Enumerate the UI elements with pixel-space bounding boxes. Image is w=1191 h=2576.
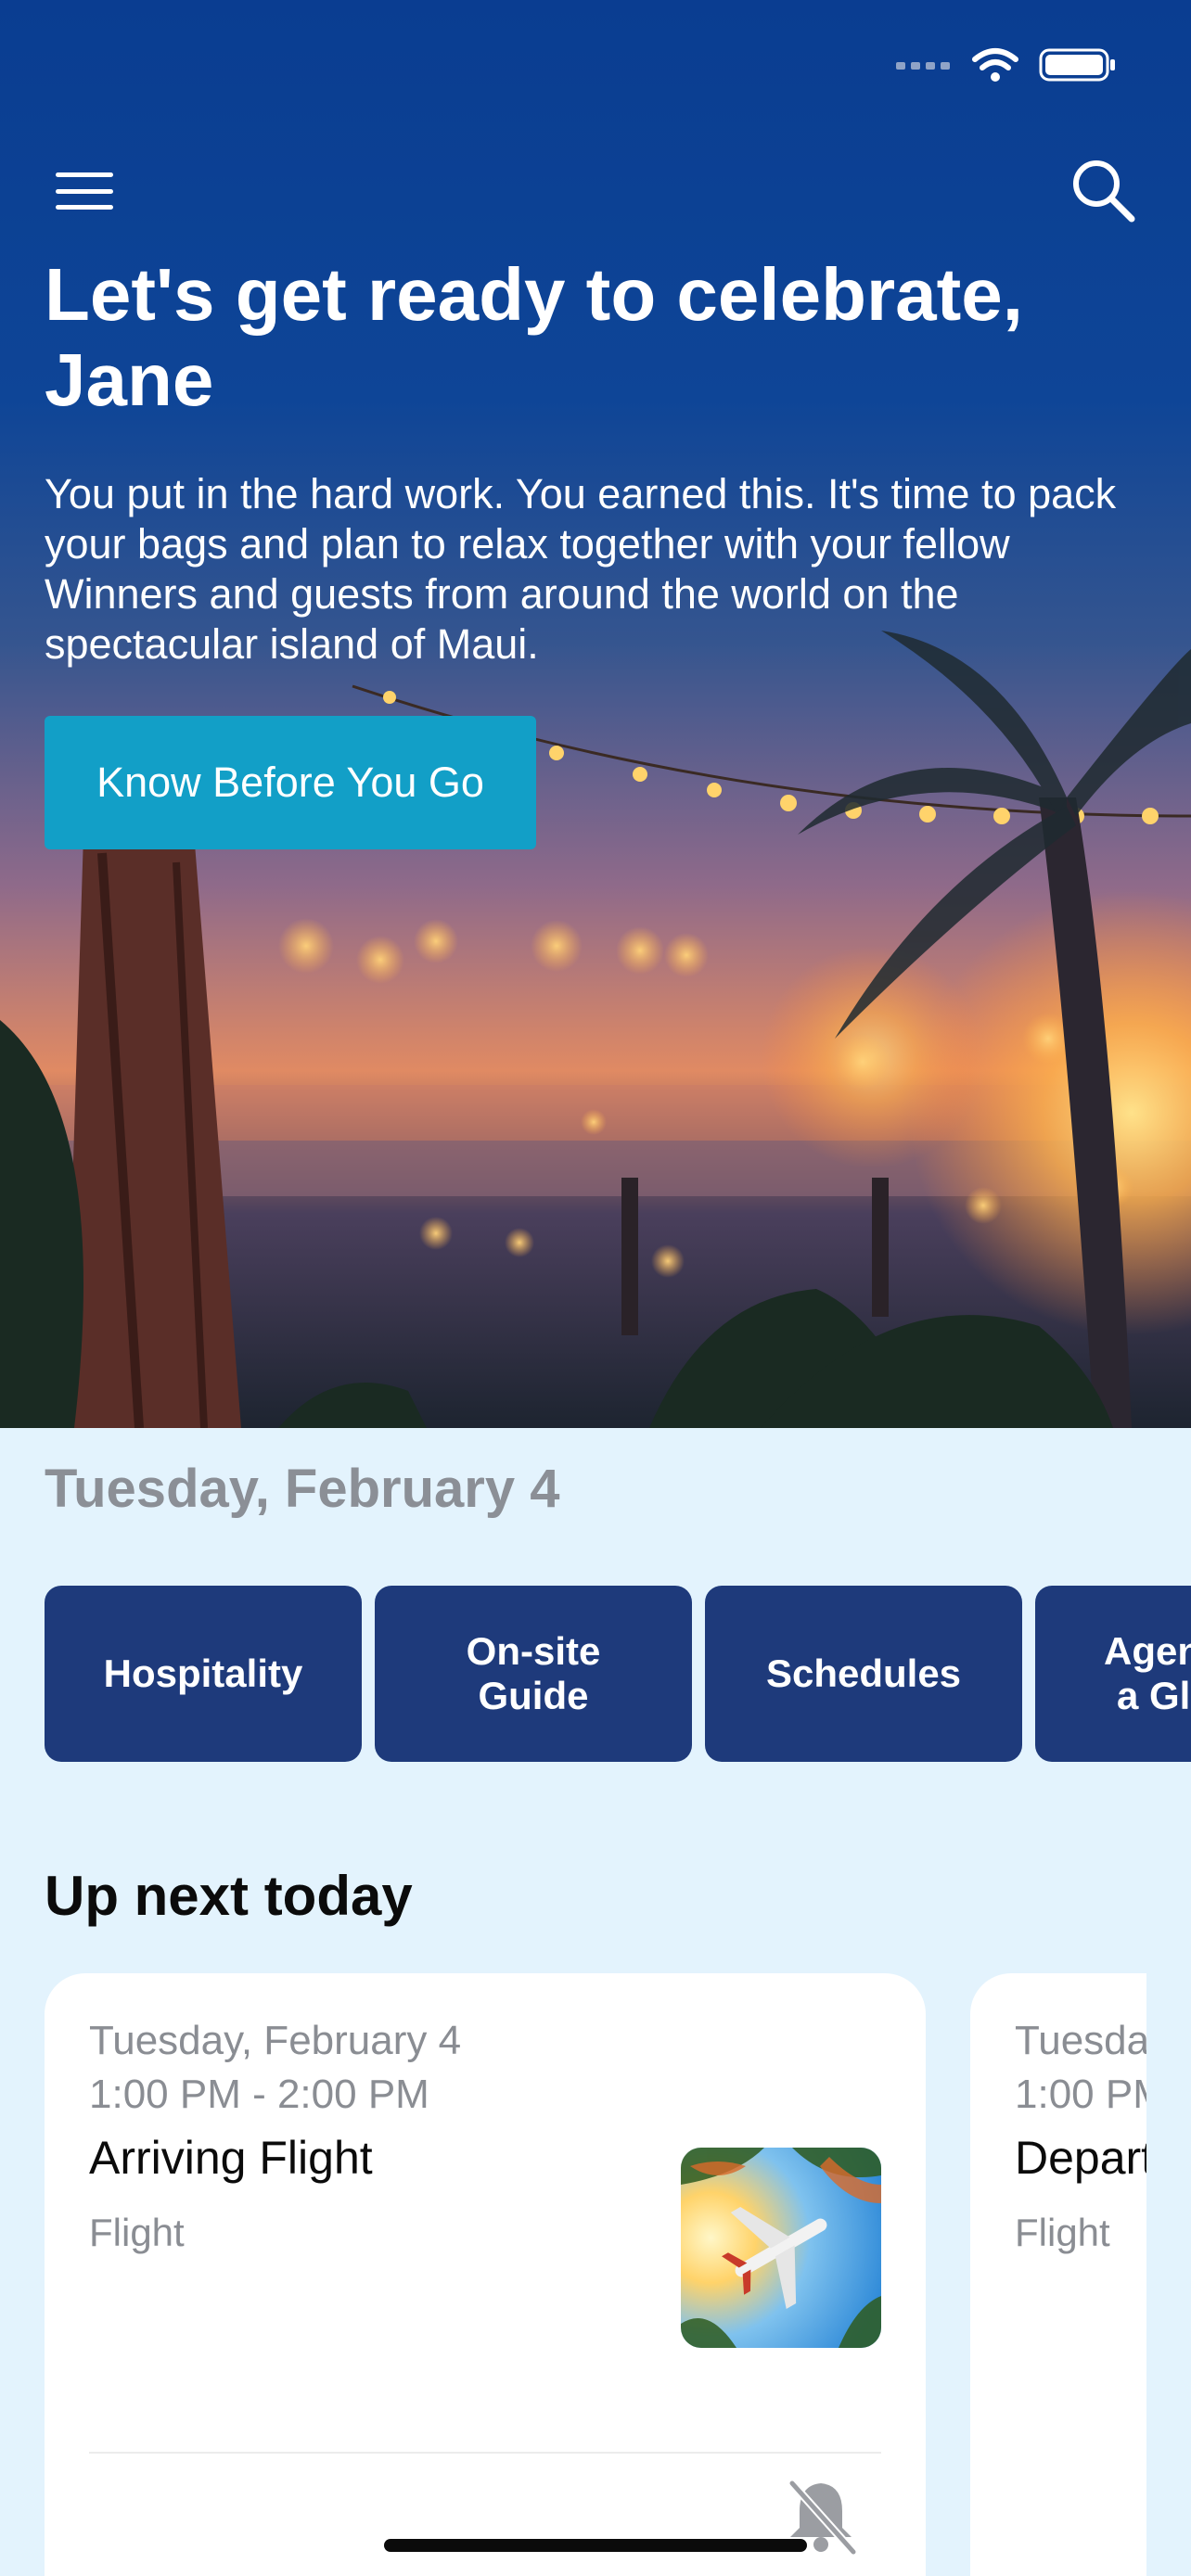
tile-label: Schedules (765, 1651, 962, 1695)
tile-label: On-site Guide (466, 1629, 601, 1717)
event-card[interactable]: Tuesday, February 4 1:00 PM - 2:00 PM Ar… (45, 1973, 926, 2576)
event-date: Tuesday, February 4 (89, 2018, 462, 2063)
event-title: Arriving Flight (89, 2132, 373, 2184)
home-indicator[interactable] (384, 2539, 807, 2552)
hamburger-menu-icon[interactable] (52, 163, 117, 219)
tile-onsite-guide[interactable]: On-site Guide (375, 1586, 692, 1762)
search-icon[interactable] (1067, 154, 1141, 228)
tile-hospitality[interactable]: Hospitality (45, 1586, 362, 1762)
date-heading: Tuesday, February 4 (45, 1459, 560, 1519)
hero-background-image (0, 0, 1191, 1428)
up-next-carousel: Tuesday, February 4 1:00 PM - 2:00 PM Ar… (45, 1973, 1146, 2576)
airplane-photo (681, 2148, 881, 2348)
event-date: Tuesday, February 4 (1015, 2018, 1146, 2063)
card-divider (89, 2452, 881, 2454)
category-tiles: Hospitality On-site Guide Schedules Agen… (45, 1586, 1191, 1762)
event-time: 1:00 PM - 2:00 PM (89, 2072, 429, 2117)
tile-agenda-at-a-glance[interactable]: Agenda at a Glance (1035, 1586, 1191, 1762)
event-type: Flight (1015, 2211, 1110, 2254)
hero-body-text: You put in the hard work. You earned thi… (45, 470, 1117, 668)
event-title: Departing Flight (1015, 2132, 1146, 2184)
battery-icon (1039, 48, 1115, 82)
event-time: 1:00 PM - 2:00 PM (1015, 2072, 1146, 2117)
wifi-icon (972, 48, 1018, 82)
hero-title: Let's get ready to celebrate, Jane (45, 253, 1023, 421)
know-before-you-go-button[interactable]: Know Before You Go (45, 716, 536, 849)
tile-label: Agenda at a Glance (1104, 1629, 1191, 1717)
hero-banner: Let's get ready to celebrate, Jane You p… (0, 0, 1191, 1428)
tile-schedules[interactable]: Schedules (705, 1586, 1022, 1762)
up-next-heading: Up next today (45, 1865, 413, 1927)
tile-label: Hospitality (103, 1651, 303, 1695)
event-type: Flight (89, 2211, 185, 2254)
event-card[interactable]: Tuesday, February 4 1:00 PM - 2:00 PM De… (970, 1973, 1146, 2576)
signal-icon (896, 62, 950, 70)
status-bar (896, 46, 1117, 83)
